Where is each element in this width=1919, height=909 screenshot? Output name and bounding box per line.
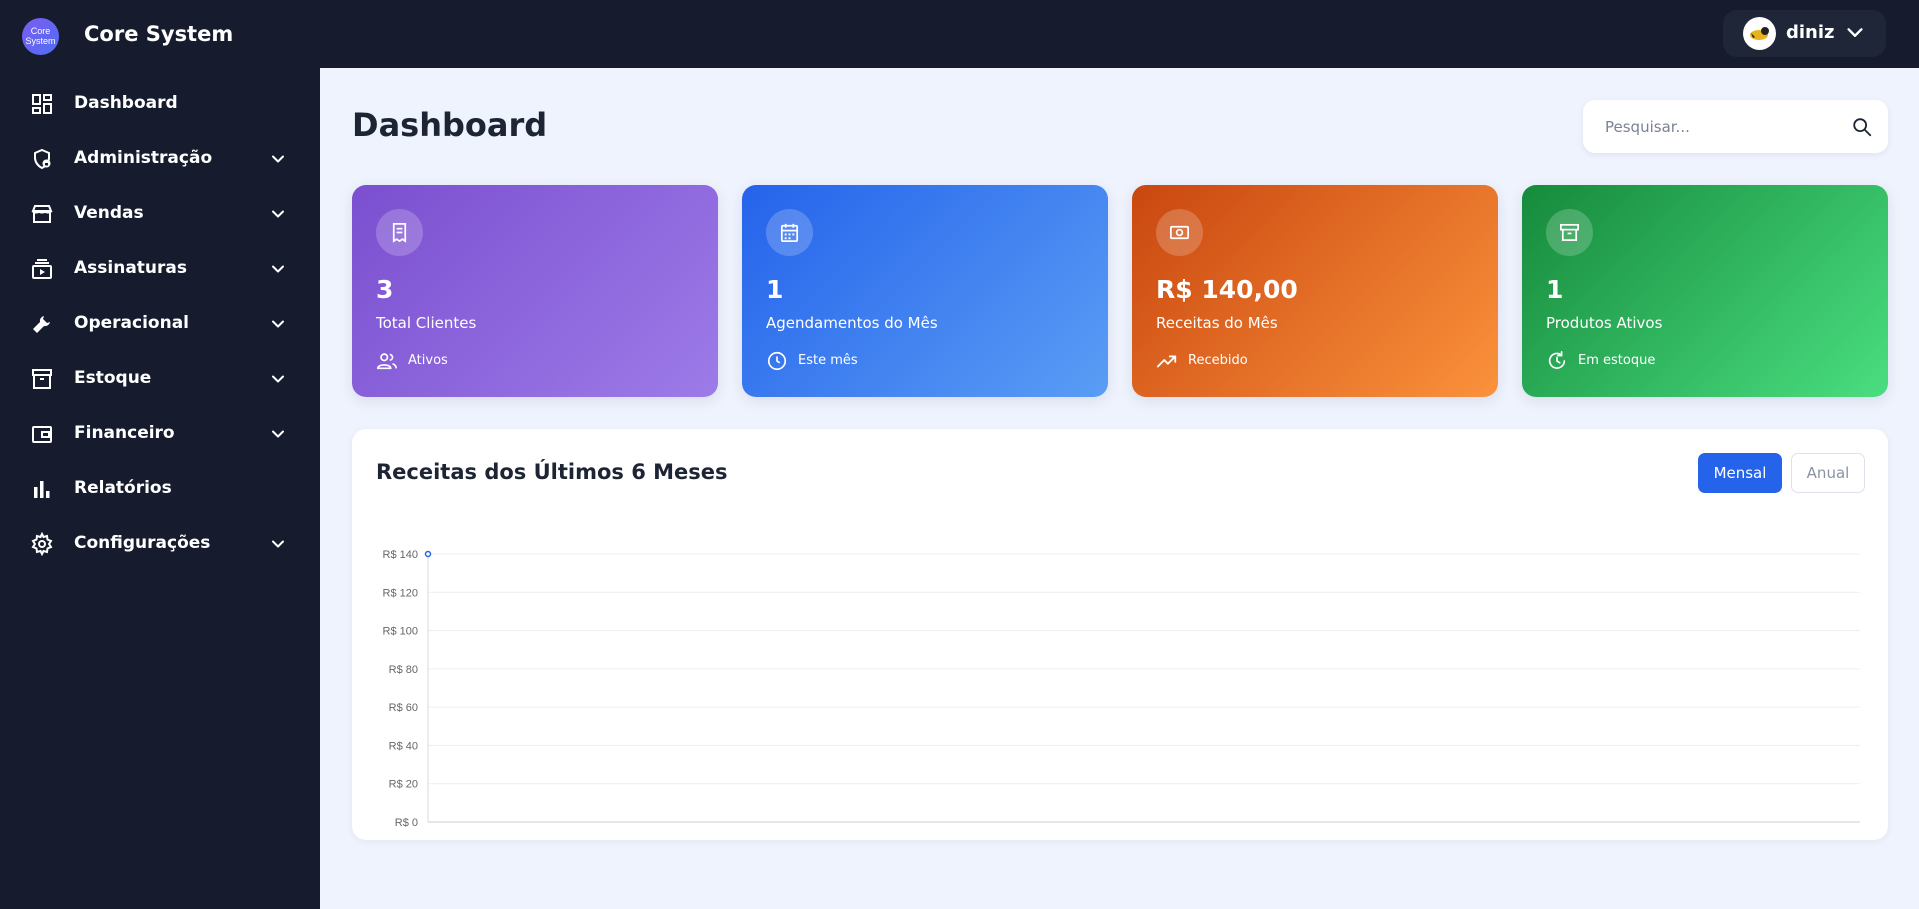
sidebar-item-label: Vendas — [74, 203, 144, 223]
refresh-icon — [1548, 351, 1566, 369]
sidebar-item-estoque[interactable]: Estoque — [0, 355, 320, 403]
stat-card-produtos[interactable]: 1 Produtos Ativos Em estoque — [1522, 185, 1888, 397]
search-input[interactable] — [1605, 114, 1835, 140]
user-menu-button[interactable]: diniz — [1723, 10, 1886, 57]
bar-chart-icon — [34, 481, 50, 498]
anual-toggle-button[interactable]: Anual — [1791, 453, 1865, 493]
user-name: diniz — [1786, 22, 1835, 43]
sidebar: Dashboard Administração Vendas Assinatur… — [0, 68, 320, 909]
brand-name[interactable]: Core System — [84, 22, 233, 46]
users-icon — [377, 353, 397, 370]
data-point[interactable] — [424, 550, 432, 558]
sidebar-item-label: Operacional — [74, 313, 189, 333]
y-tick-label: R$ 60 — [389, 702, 418, 714]
chevron-down-icon — [272, 155, 284, 163]
sidebar-item-label: Estoque — [74, 368, 152, 388]
chevron-down-icon — [272, 265, 284, 273]
wrench-icon — [33, 316, 50, 333]
y-tick-label: R$ 20 — [389, 779, 418, 791]
card-footer: Este mês — [798, 353, 858, 368]
search-box — [1583, 100, 1888, 153]
card-icon-badge — [766, 209, 813, 256]
card-icon-badge — [376, 209, 423, 256]
subscriptions-icon — [32, 259, 52, 279]
stat-card-agendamentos[interactable]: 1 Agendamentos do Mês Este mês — [742, 185, 1108, 397]
sidebar-item-label: Financeiro — [74, 423, 175, 443]
chevron-down-icon — [272, 540, 284, 548]
archive-box-icon — [32, 369, 52, 389]
sidebar-item-label: Dashboard — [74, 93, 178, 113]
y-tick-label: R$ 100 — [383, 626, 418, 638]
sidebar-item-dashboard[interactable]: Dashboard — [0, 80, 320, 128]
sidebar-item-assinaturas[interactable]: Assinaturas — [0, 245, 320, 293]
chevron-down-icon — [272, 375, 284, 383]
card-footer: Ativos — [408, 353, 448, 368]
wallet-icon — [32, 426, 52, 443]
dashboard-grid-icon — [32, 94, 52, 114]
archive-icon — [1560, 223, 1579, 242]
card-value: R$ 140,00 — [1156, 275, 1298, 304]
sidebar-item-administracao[interactable]: Administração — [0, 135, 320, 183]
sidebar-item-label: Relatórios — [74, 478, 172, 498]
chevron-down-icon — [272, 320, 284, 328]
card-value: 3 — [376, 275, 394, 304]
clock-icon — [767, 351, 787, 371]
stat-card-total-clientes[interactable]: 3 Total Clientes Ativos — [352, 185, 718, 397]
card-footer: Recebido — [1188, 353, 1248, 368]
card-value: 1 — [766, 275, 784, 304]
card-label: Produtos Ativos — [1546, 314, 1663, 332]
sidebar-item-configuracoes[interactable]: Configurações — [0, 520, 320, 568]
sidebar-item-vendas[interactable]: Vendas — [0, 190, 320, 238]
revenue-line-chart: R$ 0 R$ 20 R$ 40 R$ 60 R$ 80 R$ 100 R$ 120 R$ 1… — [383, 549, 1860, 829]
storefront-icon — [31, 205, 53, 223]
calendar-icon — [780, 223, 799, 242]
chevron-down-icon — [272, 210, 284, 218]
y-tick-label: R$ 140 — [383, 549, 418, 561]
sidebar-item-label: Configurações — [74, 533, 211, 553]
chevron-down-icon — [1847, 28, 1863, 37]
card-value: 1 — [1546, 275, 1564, 304]
chart-title: Receitas dos Últimos 6 Meses — [376, 460, 728, 484]
y-tick-label: R$ 80 — [389, 664, 418, 676]
gear-icon — [31, 532, 53, 556]
card-label: Total Clientes — [376, 314, 477, 332]
card-icon-badge — [1546, 209, 1593, 256]
cash-icon — [1170, 225, 1189, 240]
y-tick-label: R$ 0 — [395, 817, 418, 829]
card-icon-badge — [1156, 209, 1203, 256]
stat-card-receitas[interactable]: R$ 140,00 Receitas do Mês Recebido — [1132, 185, 1498, 397]
sidebar-item-operacional[interactable]: Operacional — [0, 300, 320, 348]
sidebar-item-label: Assinaturas — [74, 258, 187, 278]
search-icon[interactable] — [1851, 116, 1873, 138]
shield-lock-icon — [34, 148, 51, 170]
sidebar-item-financeiro[interactable]: Financeiro — [0, 410, 320, 458]
card-label: Receitas do Mês — [1156, 314, 1278, 332]
sidebar-item-relatorios[interactable]: Relatórios — [0, 465, 320, 513]
user-avatar — [1743, 17, 1776, 50]
revenue-chart-panel: Receitas dos Últimos 6 Meses Mensal Anua… — [352, 429, 1888, 840]
brand-logo[interactable]: Core System — [22, 18, 59, 55]
card-footer: Em estoque — [1578, 353, 1656, 368]
y-tick-label: R$ 120 — [383, 587, 418, 599]
card-label: Agendamentos do Mês — [766, 314, 938, 332]
page-title: Dashboard — [352, 106, 548, 144]
chevron-down-icon — [272, 430, 284, 438]
top-bar: Core System Core System diniz — [0, 0, 1919, 68]
receipt-icon — [392, 223, 407, 243]
sidebar-item-label: Administração — [74, 148, 213, 168]
trending-up-icon — [1156, 355, 1177, 368]
mensal-toggle-button[interactable]: Mensal — [1698, 453, 1782, 493]
y-tick-label: R$ 40 — [389, 740, 418, 752]
